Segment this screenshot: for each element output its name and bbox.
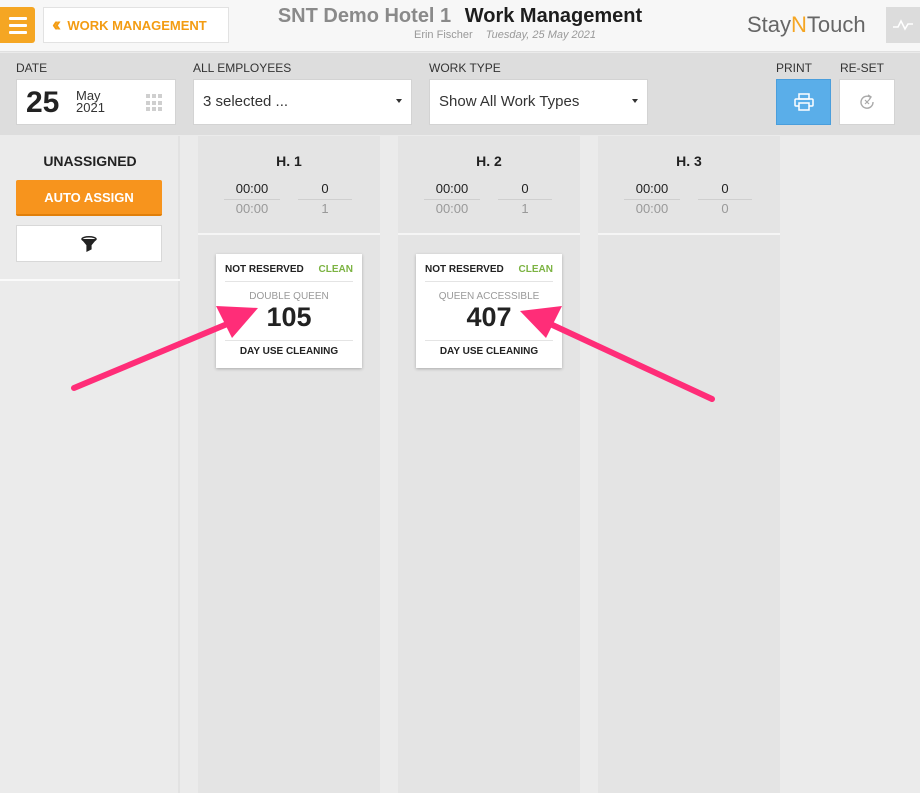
- printer-icon: [793, 93, 814, 111]
- date-picker[interactable]: 25 May 2021: [16, 79, 176, 125]
- employees-label: ALL EMPLOYEES: [193, 61, 292, 75]
- empty-area: [780, 136, 920, 793]
- hotel-name: SNT Demo Hotel 1: [277, 5, 452, 27]
- rooms-done: 1: [298, 199, 352, 216]
- rooms-assigned: 0: [521, 181, 529, 196]
- housekeeper-column-h1: H. 1 00:00 0 00:00 1 NOT RESERVED CLEAN …: [198, 136, 380, 793]
- rooms-done: 1: [498, 199, 552, 216]
- rooms-assigned: 0: [721, 181, 729, 196]
- calendar-icon: [146, 94, 164, 112]
- room-condition: CLEAN: [518, 264, 553, 275]
- room-number: 105: [266, 302, 312, 332]
- time-done: 00:00: [224, 199, 280, 216]
- housekeeper-column-h3: H. 3 00:00 0 00:00 0: [598, 136, 780, 793]
- filter-bar: DATE 25 May 2021 ALL EMPLOYEES 3 selecte…: [0, 53, 920, 135]
- housekeeper-name: H. 1: [276, 153, 302, 169]
- filter-button[interactable]: [16, 225, 162, 262]
- app-header: ‹‹ WORK MANAGEMENT SNT Demo Hotel 1 Work…: [0, 0, 920, 52]
- activity-pulse-icon[interactable]: [886, 7, 920, 43]
- time-done: 00:00: [624, 199, 680, 216]
- employees-select[interactable]: 3 selected ...: [193, 79, 412, 125]
- user-name: Erin Fischer: [413, 29, 473, 41]
- work-type-select[interactable]: Show All Work Types: [429, 79, 648, 125]
- rooms-done: 0: [698, 199, 752, 216]
- housekeeper-name: H. 2: [476, 153, 502, 169]
- room-number: 407: [466, 302, 512, 332]
- room-card-105[interactable]: NOT RESERVED CLEAN DOUBLE QUEEN 105 DAY …: [216, 254, 362, 368]
- reset-button[interactable]: [839, 79, 895, 125]
- reset-label: RE-SET: [840, 61, 885, 75]
- reset-icon: [860, 94, 874, 109]
- reservation-status: NOT RESERVED: [225, 264, 304, 275]
- brand-logo: StayNTouch: [747, 12, 866, 37]
- unassigned-title: UNASSIGNED: [43, 153, 137, 169]
- work-type-select-value: Show All Work Types: [439, 93, 580, 110]
- unassigned-column: UNASSIGNED AUTO ASSIGN: [0, 136, 180, 793]
- current-date: Tuesday, 25 May 2021: [485, 29, 597, 41]
- auto-assign-button[interactable]: AUTO ASSIGN: [16, 180, 162, 216]
- funnel-icon: [81, 235, 97, 252]
- room-type: QUEEN ACCESSIBLE: [438, 291, 540, 302]
- time-assigned: 00:00: [235, 181, 269, 196]
- date-day: 25: [26, 86, 60, 119]
- print-label: PRINT: [776, 61, 812, 75]
- room-condition: CLEAN: [318, 264, 353, 275]
- caret-down-icon: [632, 99, 638, 103]
- caret-down-icon: [396, 99, 402, 103]
- page-title: Work Management: [464, 5, 643, 27]
- date-year: 2021: [76, 100, 105, 115]
- housekeeper-name: H. 3: [676, 153, 702, 169]
- date-label: DATE: [16, 61, 48, 75]
- room-type: DOUBLE QUEEN: [249, 291, 329, 302]
- reservation-status: NOT RESERVED: [425, 264, 504, 275]
- work-type-label: WORK TYPE: [429, 61, 501, 75]
- room-card-407[interactable]: NOT RESERVED CLEAN QUEEN ACCESSIBLE 407 …: [416, 254, 562, 368]
- task-name: DAY USE CLEANING: [239, 346, 339, 357]
- time-assigned: 00:00: [435, 181, 469, 196]
- print-button[interactable]: [776, 79, 831, 125]
- rooms-assigned: 0: [321, 181, 329, 196]
- task-name: DAY USE CLEANING: [439, 346, 539, 357]
- housekeeper-column-h2: H. 2 00:00 0 00:00 1 NOT RESERVED CLEAN …: [398, 136, 580, 793]
- employees-select-value: 3 selected ...: [203, 93, 289, 110]
- time-assigned: 00:00: [635, 181, 669, 196]
- time-done: 00:00: [424, 199, 480, 216]
